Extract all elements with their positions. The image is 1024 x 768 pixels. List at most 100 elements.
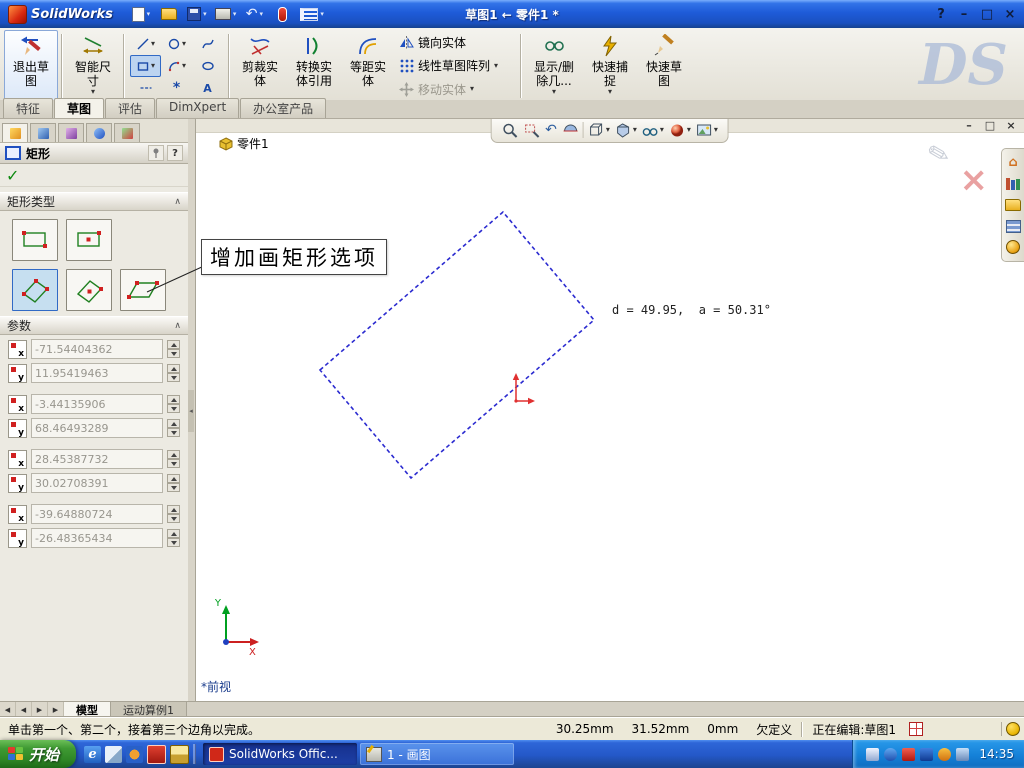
spin-up-button[interactable] — [167, 474, 180, 483]
spin-up-button[interactable] — [167, 340, 180, 349]
parallelogram-button[interactable] — [120, 269, 166, 311]
maximize-button[interactable]: □ — [977, 5, 997, 23]
tray-icon-1[interactable] — [866, 747, 880, 761]
status-help-cell[interactable] — [1001, 722, 1024, 736]
move-entities-button[interactable]: 移动实体 ▾ — [397, 79, 515, 99]
arc-tool-button[interactable]: ▾ — [161, 55, 192, 77]
spin-up-button[interactable] — [167, 505, 180, 514]
design-library-icon[interactable] — [1005, 177, 1021, 191]
print-button[interactable]: ▾ — [213, 4, 239, 24]
tray-icon-3[interactable] — [902, 747, 916, 761]
next-tab-button[interactable]: ▶ — [32, 702, 48, 718]
coordinate-input[interactable] — [31, 473, 163, 493]
tab-dimxpert[interactable]: DimXpert — [156, 98, 240, 118]
parameters-section-header[interactable]: 参数 ∧ — [0, 316, 188, 335]
close-button[interactable]: × — [1000, 5, 1020, 23]
pushpin-icon[interactable] — [148, 145, 164, 161]
save-button[interactable]: ▾ — [185, 4, 209, 24]
offset-entities-button[interactable]: 等距实体 — [341, 30, 395, 102]
circle-tool-button[interactable]: ▾ — [161, 33, 192, 55]
display-style-button[interactable]: ▾ — [614, 121, 638, 140]
spin-down-button[interactable] — [167, 459, 180, 468]
show-desktop-icon[interactable] — [105, 745, 123, 763]
tray-icon-5[interactable] — [938, 747, 952, 761]
spin-down-button[interactable] — [167, 349, 180, 358]
previous-view-button[interactable]: ↶ — [544, 122, 558, 138]
configurationmanager-tab[interactable] — [58, 123, 84, 142]
doc-restore-button[interactable]: □ — [981, 118, 999, 133]
view-orientation-button[interactable]: ▾ — [587, 121, 611, 140]
coordinate-input[interactable] — [31, 363, 163, 383]
model-tab[interactable]: 模型 — [64, 702, 111, 718]
view-palette-icon[interactable] — [1005, 219, 1021, 233]
motion-study-tab[interactable]: 运动算例1 — [111, 702, 187, 718]
open-button[interactable] — [157, 4, 181, 24]
convert-entities-button[interactable]: 转换实体引用 — [287, 30, 341, 102]
confirmation-corner-cancel-icon[interactable]: × — [960, 160, 989, 200]
internet-explorer-icon[interactable]: e — [84, 745, 102, 763]
home-icon[interactable]: ⌂ — [1005, 156, 1021, 170]
panel-help-icon[interactable]: ? — [167, 145, 183, 161]
feature-tree-root[interactable]: 零件1 — [219, 135, 269, 152]
options-button[interactable]: ▾ — [298, 4, 326, 24]
tab-evaluate[interactable]: 评估 — [105, 98, 156, 118]
coordinate-input[interactable] — [31, 528, 163, 548]
three-point-center-rectangle-button[interactable] — [66, 269, 112, 311]
mirror-entities-button[interactable]: 镜向实体 — [397, 33, 515, 53]
rapid-sketch-button[interactable]: 快速草图 — [637, 30, 691, 102]
edit-appearance-button[interactable]: ▾ — [668, 121, 692, 140]
task-button-solidworks[interactable]: SolidWorks Offic... — [203, 743, 358, 765]
coordinate-input[interactable] — [31, 504, 163, 524]
last-tab-button[interactable]: ▶ — [48, 702, 64, 718]
spin-down-button[interactable] — [167, 373, 180, 382]
spline-tool-button[interactable] — [192, 33, 223, 55]
graphics-viewport[interactable]: Y X ↶ ▾ ▾ ▾ ▾ ▾ – □ × 零件1 ⌂ ✎ × d = 49.9… — [195, 118, 1024, 702]
exit-sketch-button[interactable]: 退出草图 — [4, 30, 58, 102]
centerline-tool-button[interactable] — [130, 77, 161, 99]
spin-up-button[interactable] — [167, 419, 180, 428]
spin-up-button[interactable] — [167, 529, 180, 538]
zoom-fit-button[interactable] — [500, 121, 519, 140]
center-rectangle-button[interactable] — [66, 219, 112, 261]
task-button-paint[interactable]: 1 - 画图 — [360, 743, 515, 765]
linear-sketch-pattern-button[interactable]: 线性草图阵列 ▾ — [397, 56, 515, 76]
coordinate-input[interactable] — [31, 449, 163, 469]
zoom-area-button[interactable] — [522, 121, 541, 140]
apply-scene-button[interactable]: ▾ — [695, 121, 719, 140]
ok-button[interactable]: ✓ — [6, 166, 19, 185]
minimize-button[interactable]: – — [954, 5, 974, 23]
prev-tab-button[interactable]: ◀ — [16, 702, 32, 718]
hide-show-items-button[interactable]: ▾ — [641, 121, 665, 140]
spin-up-button[interactable] — [167, 395, 180, 404]
point-tool-button[interactable]: * — [161, 77, 192, 99]
rectangle-type-section-header[interactable]: 矩形类型 ∧ — [0, 192, 188, 211]
file-explorer-icon[interactable] — [1005, 198, 1021, 212]
rectangle-tool-button[interactable]: ▾ — [130, 55, 161, 77]
taskbar-clock[interactable]: 14:35 — [979, 747, 1014, 761]
display-delete-relations-button[interactable]: 显示/删除几... ▾ — [525, 30, 583, 102]
first-tab-button[interactable]: ◀ — [0, 702, 16, 718]
new-document-button[interactable]: ▾ — [129, 4, 153, 24]
spin-down-button[interactable] — [167, 483, 180, 492]
spin-down-button[interactable] — [167, 428, 180, 437]
start-button[interactable]: 开始 — [0, 740, 77, 768]
tab-sketch[interactable]: 草图 — [54, 98, 105, 118]
mail-icon[interactable] — [170, 744, 190, 764]
tray-icon-4[interactable] — [920, 747, 934, 761]
smart-dimension-button[interactable]: 智能尺寸 ▾ — [66, 30, 120, 102]
tab-features[interactable]: 特征 — [3, 98, 54, 118]
panel-collapse-handle[interactable]: ◂ — [188, 390, 194, 432]
spin-down-button[interactable] — [167, 538, 180, 547]
tray-icon-2[interactable] — [884, 747, 898, 761]
tray-icon-6[interactable] — [956, 747, 970, 761]
spin-up-button[interactable] — [167, 364, 180, 373]
dimxpertmanager-tab[interactable] — [86, 123, 112, 142]
doc-close-button[interactable]: × — [1002, 118, 1020, 133]
line-tool-button[interactable]: ▾ — [130, 33, 161, 55]
propertymanager-tab[interactable] — [2, 123, 28, 142]
displaymanager-tab[interactable] — [114, 123, 140, 142]
doc-minimize-button[interactable]: – — [960, 118, 978, 133]
rebuild-button[interactable] — [270, 4, 294, 24]
corner-rectangle-button[interactable] — [12, 219, 58, 261]
featuremanager-tab[interactable] — [30, 123, 56, 142]
